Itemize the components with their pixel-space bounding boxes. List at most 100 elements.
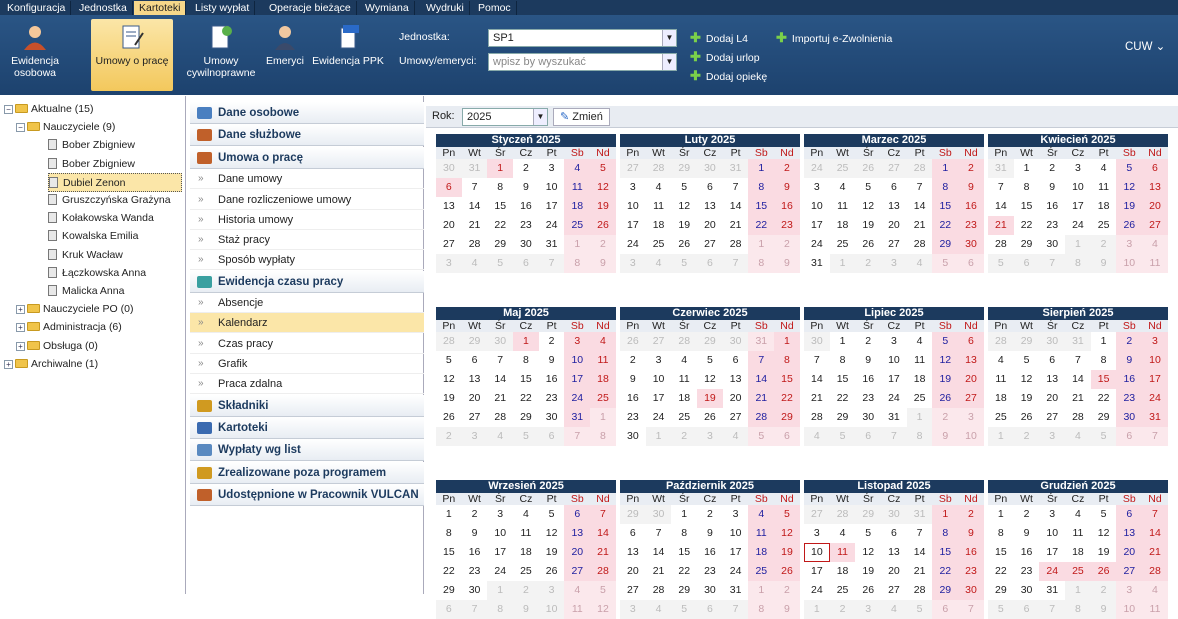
chevron-down-icon[interactable]: ▼ (533, 109, 547, 125)
day-cell[interactable]: 18 (671, 389, 697, 408)
tree-folder[interactable]: + Archiwalne (1) (4, 355, 98, 374)
day-cell[interactable]: 15 (988, 543, 1014, 562)
day-cell[interactable]: 19 (774, 543, 800, 562)
day-cell[interactable]: 6 (1013, 254, 1040, 273)
day-cell[interactable]: 22 (1091, 389, 1117, 408)
day-cell[interactable]: 7 (646, 524, 672, 543)
day-cell[interactable]: 27 (645, 332, 672, 351)
day-cell[interactable]: 1 (748, 581, 775, 600)
day-cell[interactable]: 26 (590, 216, 616, 235)
day-cell[interactable]: 23 (774, 216, 800, 235)
day-cell[interactable]: 27 (881, 159, 907, 178)
day-cell[interactable]: 21 (723, 216, 749, 235)
day-cell[interactable]: 7 (748, 351, 775, 370)
day-cell[interactable]: 9 (958, 178, 984, 197)
day-cell[interactable]: 20 (958, 370, 984, 389)
day-cell[interactable]: 3 (881, 254, 907, 273)
nav-item-3[interactable]: » Dane umowy (190, 169, 424, 190)
day-cell[interactable]: 10 (564, 351, 591, 370)
day-cell[interactable]: 6 (958, 254, 984, 273)
day-cell[interactable]: 6 (1013, 600, 1040, 619)
day-cell[interactable]: 2 (855, 332, 881, 351)
day-cell[interactable]: 1 (1091, 332, 1117, 351)
day-cell[interactable]: 5 (539, 505, 565, 524)
day-cell[interactable]: 1 (487, 159, 514, 178)
day-cell[interactable]: 24 (620, 235, 646, 254)
day-cell[interactable]: 4 (645, 600, 672, 619)
day-cell[interactable]: 21 (646, 562, 672, 581)
day-cell[interactable]: 22 (671, 562, 697, 581)
day-cell[interactable]: 27 (564, 562, 591, 581)
day-cell[interactable]: 9 (462, 524, 488, 543)
day-cell[interactable]: 7 (462, 178, 488, 197)
day-cell[interactable]: 15 (487, 197, 513, 216)
tree-employee[interactable]: Kołakowska Wanda (48, 209, 154, 228)
day-cell[interactable]: 31 (748, 332, 775, 351)
day-cell[interactable]: 21 (988, 216, 1014, 235)
day-cell[interactable]: 13 (958, 351, 984, 370)
day-cell[interactable]: 4 (748, 505, 775, 524)
nav-section-18[interactable]: Udostępnione w Pracownik VULCAN (190, 484, 424, 507)
day-cell[interactable]: 3 (620, 600, 646, 619)
day-cell[interactable]: 4 (1142, 581, 1168, 600)
day-cell[interactable]: 12 (1091, 524, 1117, 543)
day-cell[interactable]: 25 (830, 581, 856, 600)
day-cell[interactable]: 4 (1065, 505, 1091, 524)
nav-section-8[interactable]: Ewidencja czasu pracy (190, 270, 424, 293)
day-cell[interactable]: 10 (1116, 600, 1143, 619)
day-cell[interactable]: 2 (462, 505, 488, 524)
day-cell[interactable]: 4 (645, 254, 672, 273)
day-cell[interactable]: 30 (958, 581, 984, 600)
day-cell[interactable]: 18 (564, 197, 591, 216)
day-cell[interactable]: 17 (881, 370, 907, 389)
day-cell[interactable]: 30 (645, 505, 672, 524)
tree-employee[interactable]: Kowalska Emilia (48, 227, 138, 246)
day-cell[interactable]: 7 (1142, 427, 1168, 446)
day-cell[interactable]: 24 (1039, 562, 1066, 581)
day-cell[interactable]: 20 (881, 216, 907, 235)
day-cell[interactable]: 31 (1142, 408, 1168, 427)
day-cell[interactable]: 4 (671, 351, 697, 370)
day-cell[interactable]: 24 (1142, 389, 1168, 408)
nav-item-9[interactable]: » Absencje (190, 293, 424, 314)
day-cell[interactable]: 29 (830, 408, 856, 427)
day-cell[interactable]: 22 (988, 562, 1014, 581)
day-cell[interactable]: 2 (1090, 581, 1117, 600)
day-cell[interactable]: 4 (564, 581, 591, 600)
day-cell[interactable]: 21 (590, 543, 616, 562)
day-cell[interactable]: 1 (988, 505, 1014, 524)
day-cell[interactable]: 5 (988, 600, 1014, 619)
day-cell[interactable]: 19 (590, 197, 616, 216)
day-cell[interactable]: 9 (932, 427, 959, 446)
menu-6[interactable]: Wydruki (421, 1, 470, 15)
day-cell[interactable]: 6 (564, 505, 591, 524)
day-cell[interactable]: 5 (932, 332, 959, 351)
day-cell[interactable]: 12 (855, 197, 881, 216)
day-cell[interactable]: 11 (513, 524, 539, 543)
day-cell[interactable]: 24 (804, 159, 830, 178)
day-cell[interactable]: 4 (906, 254, 933, 273)
day-cell[interactable]: 24 (646, 408, 672, 427)
day-cell[interactable]: 21 (804, 389, 830, 408)
day-cell[interactable]: 28 (646, 581, 672, 600)
day-cell[interactable]: 24 (804, 235, 830, 254)
day-cell[interactable]: 30 (462, 581, 488, 600)
day-cell[interactable]: 8 (487, 600, 514, 619)
day-cell[interactable]: 11 (1091, 178, 1117, 197)
day-cell[interactable]: 5 (1090, 427, 1117, 446)
day-cell[interactable]: 24 (539, 216, 565, 235)
day-cell[interactable]: 14 (462, 197, 488, 216)
day-cell[interactable]: 26 (620, 332, 646, 351)
day-cell[interactable]: 21 (462, 216, 488, 235)
day-cell[interactable]: 6 (958, 332, 984, 351)
day-cell[interactable]: 30 (958, 235, 984, 254)
day-cell[interactable]: 10 (1039, 524, 1065, 543)
day-cell[interactable]: 13 (1116, 524, 1143, 543)
day-cell[interactable]: 20 (1039, 389, 1065, 408)
day-cell[interactable]: 7 (988, 178, 1014, 197)
day-cell[interactable]: 4 (1142, 235, 1168, 254)
day-cell[interactable]: 21 (1065, 389, 1091, 408)
day-cell[interactable]: 11 (829, 543, 856, 562)
day-cell[interactable]: 2 (590, 235, 616, 254)
day-cell[interactable]: 20 (564, 543, 591, 562)
